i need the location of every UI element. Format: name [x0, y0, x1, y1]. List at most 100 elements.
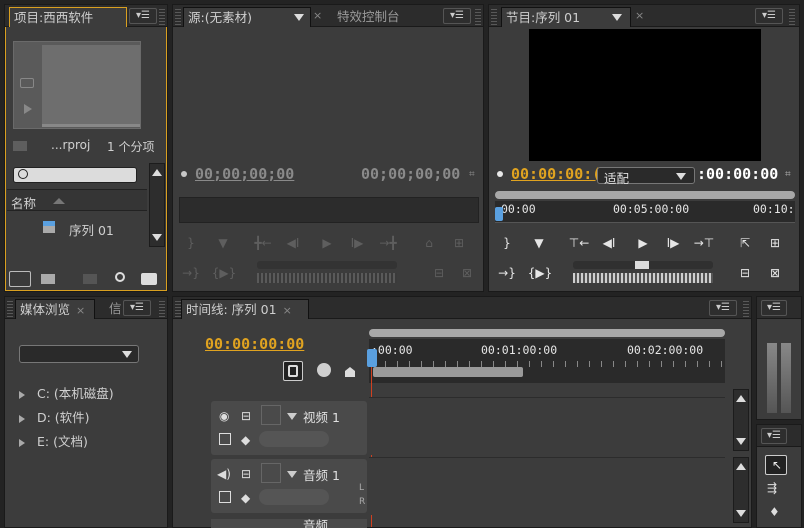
tab-source[interactable]: 源:(无素材)	[183, 7, 311, 27]
go-to-out-icon[interactable]: →╋	[375, 233, 401, 253]
panel-grip-icon[interactable]	[475, 9, 481, 25]
timeline-menu-button[interactable]: ▾☰	[709, 300, 737, 316]
play-in-to-out-icon[interactable]: {▶}	[525, 263, 555, 283]
list-header[interactable]: 名称	[7, 189, 147, 211]
trim-monitor-icon[interactable]: ⊠	[765, 263, 785, 283]
drive-c[interactable]: C: (本机磁盘)	[19, 383, 114, 402]
project-panel-menu-button[interactable]: ▾☰	[129, 8, 157, 24]
expand-icon[interactable]	[19, 390, 25, 399]
close-icon[interactable]: ×	[313, 9, 322, 22]
add-marker-icon[interactable]: ▼	[213, 233, 233, 253]
close-icon[interactable]: ×	[635, 9, 644, 22]
shuttle-slider[interactable]	[257, 261, 397, 269]
go-to-out-icon[interactable]: →⊤	[691, 233, 717, 253]
source-timecode-current[interactable]: 00;00;00;00	[195, 165, 294, 183]
video-track-scrollbar[interactable]	[733, 389, 749, 451]
playhead-handle-icon[interactable]	[495, 207, 503, 221]
add-marker-icon[interactable]: ▼	[529, 233, 549, 253]
source-time-ruler[interactable]	[179, 197, 479, 223]
track-lock-box[interactable]	[261, 405, 281, 425]
settings-icon[interactable]: ⌗	[785, 169, 791, 180]
program-time-ruler[interactable]: 00:00 00:05:00:00 00:10:	[495, 201, 795, 223]
panel-grip-icon[interactable]	[7, 301, 13, 317]
search-input[interactable]	[32, 168, 132, 182]
step-back-icon[interactable]: ◀Ι	[599, 233, 619, 253]
lift-icon[interactable]: ⊟	[429, 263, 449, 283]
keyframe-nav[interactable]	[259, 431, 329, 447]
ripple-edit-icon[interactable]: ♦	[769, 505, 780, 519]
insert-icon[interactable]: ⌂	[419, 233, 439, 253]
dropdown-arrow-icon[interactable]	[612, 14, 622, 21]
video-track-area[interactable]	[369, 397, 725, 455]
media-browser-menu-button[interactable]: ▾☰	[123, 300, 151, 316]
tab-info[interactable]: 信	[105, 299, 125, 319]
play-icon[interactable]: ▶	[633, 233, 653, 253]
scroll-up-icon[interactable]	[736, 463, 746, 470]
dropdown-arrow-icon[interactable]	[294, 14, 304, 21]
play-icon[interactable]: ▶	[317, 233, 337, 253]
find-icon[interactable]	[115, 272, 125, 282]
location-dropdown[interactable]	[19, 345, 139, 363]
automate-to-sequence-icon[interactable]	[83, 274, 97, 284]
program-zoom-bar[interactable]	[495, 191, 795, 199]
expand-icon[interactable]	[19, 438, 25, 447]
sort-ascending-icon[interactable]	[53, 198, 65, 204]
scroll-down-icon[interactable]	[736, 438, 746, 445]
timeline-zoom-bar[interactable]	[369, 329, 725, 337]
panel-grip-icon[interactable]	[789, 9, 795, 25]
selection-tool-button[interactable]: ↖	[765, 455, 787, 475]
export-frame-icon[interactable]: ⊠	[457, 263, 477, 283]
track-lock-box[interactable]	[261, 463, 281, 483]
tab-program[interactable]: 节目:序列 01	[501, 7, 631, 27]
panel-grip-icon[interactable]	[175, 9, 181, 25]
timeline-timecode[interactable]: 00:00:00:00	[205, 335, 304, 353]
mark-out-icon[interactable]: }	[181, 233, 201, 253]
tools-menu-button[interactable]: ▾☰	[761, 428, 787, 444]
add-marker-icon[interactable]	[345, 367, 355, 377]
panel-grip-icon[interactable]	[159, 9, 165, 25]
collapse-icon[interactable]	[287, 413, 297, 420]
go-to-in-point-icon[interactable]: →}	[181, 263, 201, 283]
panel-grip-icon[interactable]	[491, 9, 497, 25]
go-to-in-icon[interactable]: ╋←	[251, 233, 275, 253]
new-bin-icon[interactable]	[141, 273, 157, 285]
list-item[interactable]: 序列 01	[7, 217, 147, 239]
play-in-to-out-icon[interactable]: {▶}	[209, 263, 239, 283]
panel-grip-icon[interactable]	[743, 301, 749, 317]
lift-icon[interactable]: ⇱	[735, 233, 755, 253]
list-view-button[interactable]	[9, 271, 31, 287]
audio-track-area[interactable]	[369, 457, 725, 515]
work-area-bar[interactable]	[373, 367, 523, 377]
play-preview-icon[interactable]	[24, 104, 32, 114]
snap-button[interactable]	[283, 361, 303, 381]
overlay-icon[interactable]: ⊞	[449, 233, 469, 253]
export-frame-icon[interactable]: ⊞	[765, 233, 785, 253]
scroll-up-icon[interactable]	[152, 169, 162, 176]
panel-grip-icon[interactable]	[159, 301, 165, 317]
scroll-down-icon[interactable]	[152, 234, 162, 241]
close-icon[interactable]: ×	[76, 304, 85, 317]
collapse-icon[interactable]	[287, 471, 297, 478]
keyframe-nav[interactable]	[259, 489, 329, 505]
step-forward-icon[interactable]: Ι▶	[347, 233, 367, 253]
jog-wheel[interactable]	[573, 273, 713, 283]
go-to-in-point-icon[interactable]: →}	[497, 263, 517, 283]
set-poster-frame-icon[interactable]	[20, 78, 34, 88]
track-select-icon[interactable]: ⇶	[767, 481, 777, 495]
playhead-handle-icon[interactable]	[367, 349, 377, 367]
keyframe-icon[interactable]: ◆	[241, 433, 250, 447]
scroll-down-icon[interactable]	[736, 510, 746, 517]
icon-view-icon[interactable]	[41, 274, 55, 284]
program-timecode-current[interactable]: 00:00:00:(	[511, 165, 601, 183]
source-panel-menu-button[interactable]: ▾☰	[443, 8, 471, 24]
set-marker-icon[interactable]	[317, 363, 331, 377]
jog-wheel[interactable]	[257, 273, 397, 283]
speaker-icon[interactable]: ◀)	[217, 467, 231, 481]
mark-in-icon[interactable]: }	[497, 233, 517, 253]
extract-icon[interactable]: ⊟	[735, 263, 755, 283]
tab-timeline[interactable]: 时间线: 序列 01 ×	[181, 299, 309, 319]
step-back-icon[interactable]: ◀Ι	[283, 233, 303, 253]
shuttle-handle[interactable]	[635, 261, 649, 269]
timeline-ruler[interactable]: :00:00 00:01:00:00 00:02:00:00	[369, 339, 725, 383]
scroll-up-icon[interactable]	[736, 395, 746, 402]
